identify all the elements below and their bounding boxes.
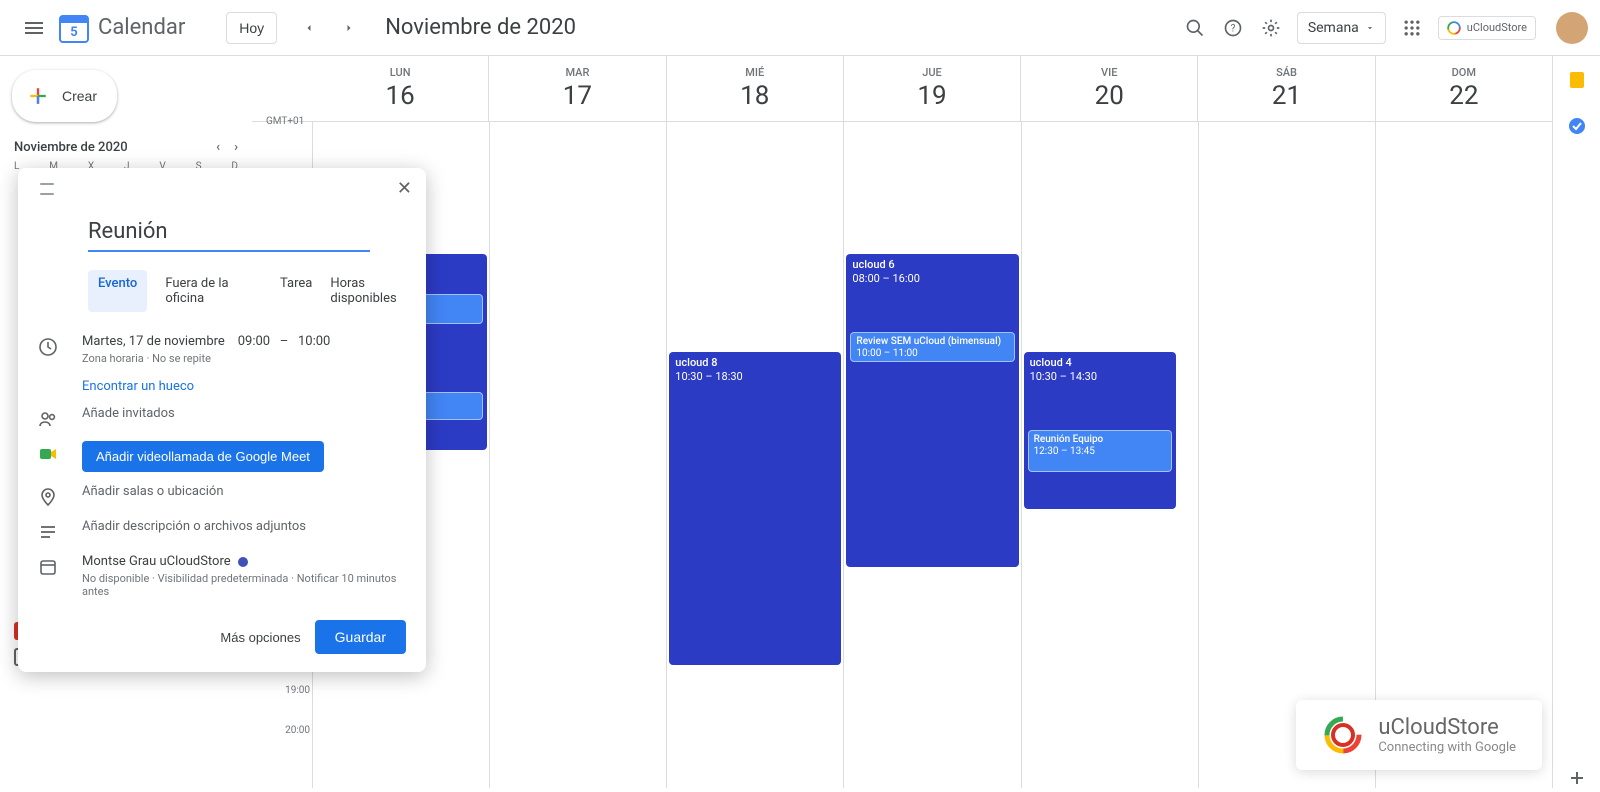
side-panel (1552, 56, 1600, 788)
calendar-event[interactable]: ucloud 8 10:30 – 18:30 (669, 352, 841, 665)
app-name: Calendar (98, 15, 185, 40)
timezone-repeat-info: Zona horaria · No se repite (82, 352, 406, 365)
brand-watermark: uCloudStore Connecting with Google (1296, 700, 1542, 770)
day-column[interactable]: ucloud 6 08:00 – 16:00 Review SEM uCloud… (843, 122, 1020, 788)
today-button[interactable]: Hoy (226, 12, 277, 44)
svg-text:5: 5 (70, 25, 77, 40)
mini-next-button[interactable]: › (234, 140, 238, 155)
day-header[interactable]: JUE19 (843, 56, 1020, 121)
view-label: Semana (1308, 20, 1359, 36)
day-header[interactable]: MIÉ18 (666, 56, 843, 121)
mini-calendar-month: Noviembre de 2020 ‹ › (0, 140, 252, 155)
people-icon (38, 409, 58, 429)
day-column[interactable] (1375, 122, 1552, 788)
create-button[interactable]: Crear (12, 70, 117, 122)
keep-icon[interactable] (1567, 70, 1587, 90)
day-header[interactable]: VIE20 (1020, 56, 1197, 121)
search-icon[interactable] (1183, 16, 1207, 40)
location-icon (38, 487, 58, 507)
create-label: Crear (62, 88, 97, 104)
svg-text:?: ? (1230, 23, 1235, 34)
event-create-popup: ✕ Evento Fuera de la oficina Tarea Horas… (18, 168, 426, 672)
day-headers: LUN16 MAR17 MIÉ18 JUE19 VIE20 SÁB21 DOM2… (252, 56, 1552, 122)
meet-icon (38, 444, 58, 464)
day-column[interactable] (1198, 122, 1375, 788)
tab-out-of-office[interactable]: Fuera de la oficina (165, 270, 262, 312)
event-datetime[interactable]: Martes, 17 de noviembre 09:00 – 10:00 (82, 334, 406, 349)
app-header: 5 Calendar Hoy Noviembre de 2020 ? Seman… (0, 0, 1600, 56)
date-range-title: Noviembre de 2020 (385, 15, 576, 40)
event-type-tabs: Evento Fuera de la oficina Tarea Horas d… (88, 270, 426, 312)
add-meet-button[interactable]: Añadir videollamada de Google Meet (82, 441, 324, 472)
apps-icon[interactable] (1400, 16, 1424, 40)
help-icon[interactable]: ? (1221, 16, 1245, 40)
day-column[interactable] (489, 122, 666, 788)
day-header[interactable]: SÁB21 (1197, 56, 1374, 121)
account-switcher[interactable]: uCloudStore (1438, 16, 1536, 40)
close-icon[interactable]: ✕ (397, 178, 412, 199)
watermark-tagline: Connecting with Google (1378, 740, 1516, 755)
view-selector[interactable]: Semana (1297, 12, 1386, 44)
availability-visibility-info: No disponible · Visibilidad predetermina… (82, 572, 406, 598)
event-title-input[interactable] (88, 217, 370, 252)
day-column[interactable]: ucloud 8 10:30 – 18:30 (666, 122, 843, 788)
more-options-button[interactable]: Más opciones (220, 620, 300, 654)
calendar-grid: GMT+01 LUN16 MAR17 MIÉ18 JUE19 VIE20 SÁB… (252, 56, 1552, 788)
clock-icon (38, 337, 58, 357)
user-avatar[interactable] (1556, 12, 1588, 44)
menu-icon[interactable] (22, 16, 46, 40)
day-header[interactable]: MAR17 (488, 56, 665, 121)
calendar-event[interactable]: ucloud 4 10:30 – 14:30 Reunión Equipo 12… (1024, 352, 1176, 509)
tab-appointment-slots[interactable]: Horas disponibles (330, 270, 426, 312)
mini-prev-button[interactable]: ‹ (216, 140, 220, 155)
calendar-icon (38, 557, 58, 577)
hour-label: 20:00 (270, 725, 310, 736)
next-week-button[interactable] (337, 16, 361, 40)
calendar-owner[interactable]: Montse Grau uCloudStore (82, 554, 406, 569)
tasks-icon[interactable] (1567, 116, 1587, 136)
app-logo[interactable]: 5 Calendar (56, 10, 185, 46)
settings-icon[interactable] (1259, 16, 1283, 40)
description-icon (38, 522, 58, 542)
watermark-brand: uCloudStore (1378, 715, 1516, 740)
add-description-field[interactable]: Añadir descripción o archivos adjuntos (82, 519, 406, 534)
save-button[interactable]: Guardar (315, 620, 406, 654)
add-addon-icon[interactable] (1567, 768, 1587, 788)
calendar-event[interactable]: Review SEM uCloud (bimensual) 10:00 – 11… (850, 332, 1014, 362)
calendar-event[interactable]: ucloud 6 08:00 – 16:00 Review SEM uCloud… (846, 254, 1018, 567)
day-header[interactable]: LUN16 (312, 56, 488, 121)
prev-week-button[interactable] (297, 16, 321, 40)
day-header[interactable]: DOM22 (1375, 56, 1552, 121)
add-location-field[interactable]: Añadir salas o ubicación (82, 484, 406, 499)
chevron-down-icon (1365, 23, 1375, 33)
tab-task[interactable]: Tarea (280, 270, 312, 312)
tab-event[interactable]: Evento (88, 270, 147, 312)
calendar-event[interactable]: Reunión Equipo 12:30 – 13:45 (1028, 430, 1172, 472)
hour-label: 19:00 (270, 685, 310, 696)
drag-handle-icon[interactable] (40, 183, 60, 195)
calendar-color-dot (238, 557, 248, 567)
find-time-link[interactable]: Encontrar un hueco (82, 379, 406, 394)
add-guests-field[interactable]: Añade invitados (82, 406, 406, 421)
day-column[interactable]: ucloud 4 10:30 – 14:30 Reunión Equipo 12… (1021, 122, 1198, 788)
